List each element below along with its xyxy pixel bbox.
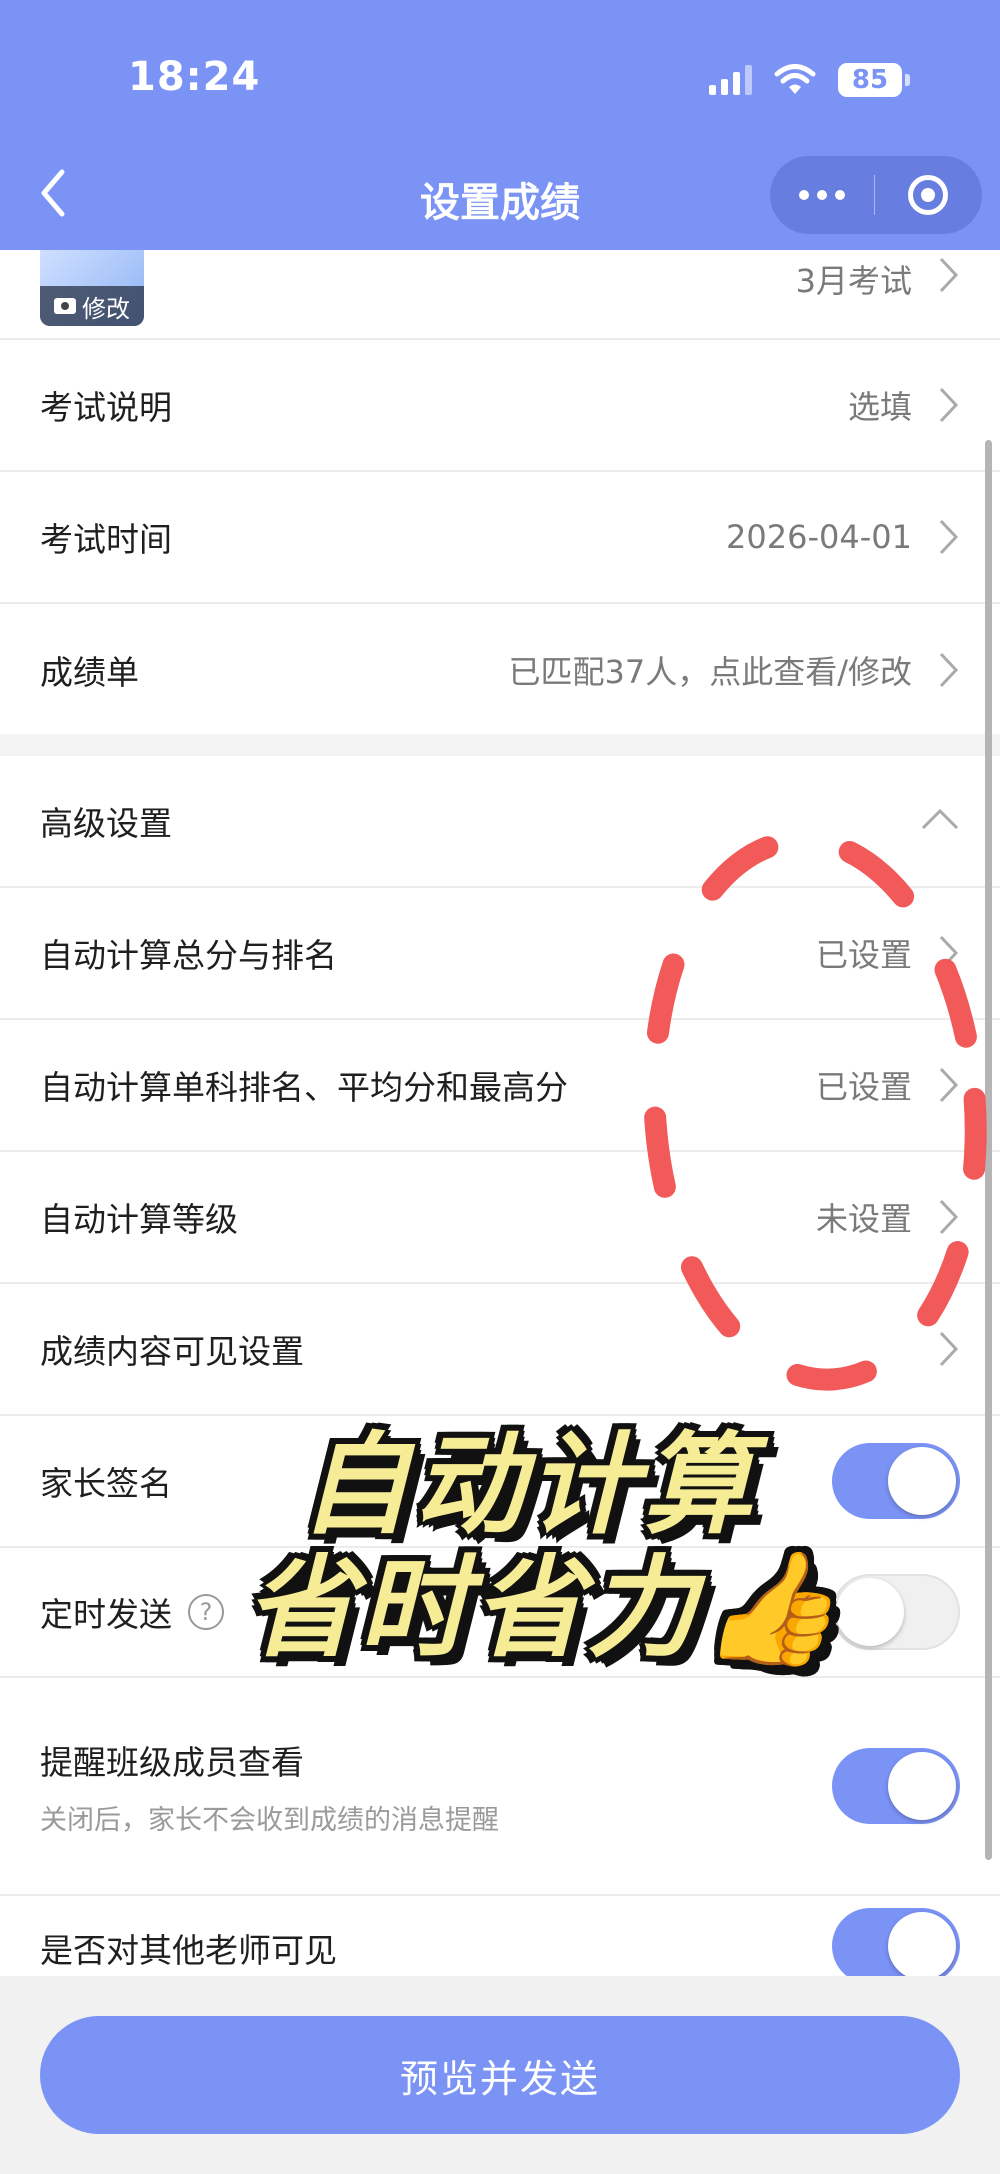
scrollbar[interactable] bbox=[985, 440, 992, 1860]
row-label: 成绩单 bbox=[40, 653, 139, 692]
remind-members-row: 提醒班级成员查看 关闭后，家长不会收到成绩的消息提醒 bbox=[0, 1678, 1000, 1896]
scheduled-send-toggle[interactable] bbox=[832, 1574, 960, 1650]
row-value: 已设置 bbox=[815, 936, 912, 974]
row-label: 自动计算单科排名、平均分和最高分 bbox=[40, 1068, 568, 1107]
chevron-right-icon bbox=[938, 1066, 960, 1104]
caption-line-2: 省时省力👍 bbox=[245, 1544, 842, 1672]
signal-icon bbox=[709, 65, 752, 95]
chevron-right-icon bbox=[938, 934, 960, 972]
row-value: 2026-04-01 bbox=[726, 518, 912, 556]
row-label: 是否对其他老师可见 bbox=[40, 1931, 337, 1970]
chevron-right-icon bbox=[938, 1198, 960, 1236]
status-time: 18:24 bbox=[128, 54, 261, 100]
auto-grade-row[interactable]: 自动计算等级 未设置 bbox=[0, 1152, 1000, 1284]
parent-signature-toggle[interactable] bbox=[832, 1443, 960, 1519]
more-icon[interactable] bbox=[770, 190, 874, 200]
row-label: 考试说明 bbox=[40, 388, 172, 427]
exam-name-row[interactable]: 3月考试 bbox=[0, 250, 1000, 340]
row-label: 考试时间 bbox=[40, 520, 172, 559]
row-label: 自动计算等级 bbox=[40, 1200, 238, 1239]
row-label: 高级设置 bbox=[40, 804, 172, 843]
exam-name-value: 3月考试 bbox=[795, 262, 912, 300]
score-sheet-row[interactable]: 成绩单 已匹配37人，点此查看/修改 bbox=[0, 604, 1000, 736]
wifi-icon bbox=[774, 64, 816, 94]
row-label: 家长签名 bbox=[40, 1464, 172, 1503]
row-subtitle: 关闭后，家长不会收到成绩的消息提醒 bbox=[40, 1804, 499, 1836]
auto-total-rank-row[interactable]: 自动计算总分与排名 已设置 bbox=[0, 888, 1000, 1020]
row-value: 未设置 bbox=[815, 1200, 912, 1238]
battery-level: 85 bbox=[838, 63, 902, 97]
edit-cover-button[interactable]: 修改 bbox=[40, 286, 144, 326]
remind-members-toggle[interactable] bbox=[832, 1748, 960, 1824]
status-icons: 85 bbox=[709, 58, 910, 102]
chevron-up-icon bbox=[920, 807, 960, 835]
mini-program-capsule bbox=[770, 156, 982, 234]
chevron-right-icon bbox=[938, 518, 960, 556]
exam-time-row[interactable]: 考试时间 2026-04-01 bbox=[0, 472, 1000, 604]
row-label: 自动计算总分与排名 bbox=[40, 936, 337, 975]
exam-description-row[interactable]: 考试说明 选填 bbox=[0, 340, 1000, 472]
row-value: 已匹配37人，点此查看/修改 bbox=[508, 653, 912, 691]
chevron-right-icon bbox=[938, 386, 960, 424]
auto-single-subject-row[interactable]: 自动计算单科排名、平均分和最高分 已设置 bbox=[0, 1020, 1000, 1152]
edit-cover-label: 修改 bbox=[82, 294, 130, 323]
row-value: 已设置 bbox=[815, 1068, 912, 1106]
close-miniprogram-icon[interactable] bbox=[875, 175, 981, 215]
row-label: 提醒班级成员查看 bbox=[40, 1742, 304, 1782]
chevron-right-icon bbox=[938, 1330, 960, 1368]
help-icon[interactable]: ? bbox=[188, 1594, 224, 1630]
row-label: 成绩内容可见设置 bbox=[40, 1332, 304, 1371]
preview-and-send-button[interactable]: 预览并发送 bbox=[40, 2016, 960, 2134]
battery-icon: 85 bbox=[838, 63, 910, 97]
row-value: 选填 bbox=[847, 388, 912, 426]
row-label: 定时发送 bbox=[40, 1595, 172, 1634]
top-header: 18:24 85 设置成绩 bbox=[0, 0, 1000, 250]
advanced-settings-header[interactable]: 高级设置 bbox=[0, 756, 1000, 888]
chevron-right-icon bbox=[938, 256, 960, 294]
camera-icon bbox=[54, 298, 76, 314]
section-divider bbox=[0, 734, 1000, 756]
exam-cover-thumbnail[interactable]: 修改 bbox=[40, 250, 144, 326]
visible-to-teachers-toggle[interactable] bbox=[832, 1908, 960, 1984]
chevron-right-icon bbox=[938, 651, 960, 689]
